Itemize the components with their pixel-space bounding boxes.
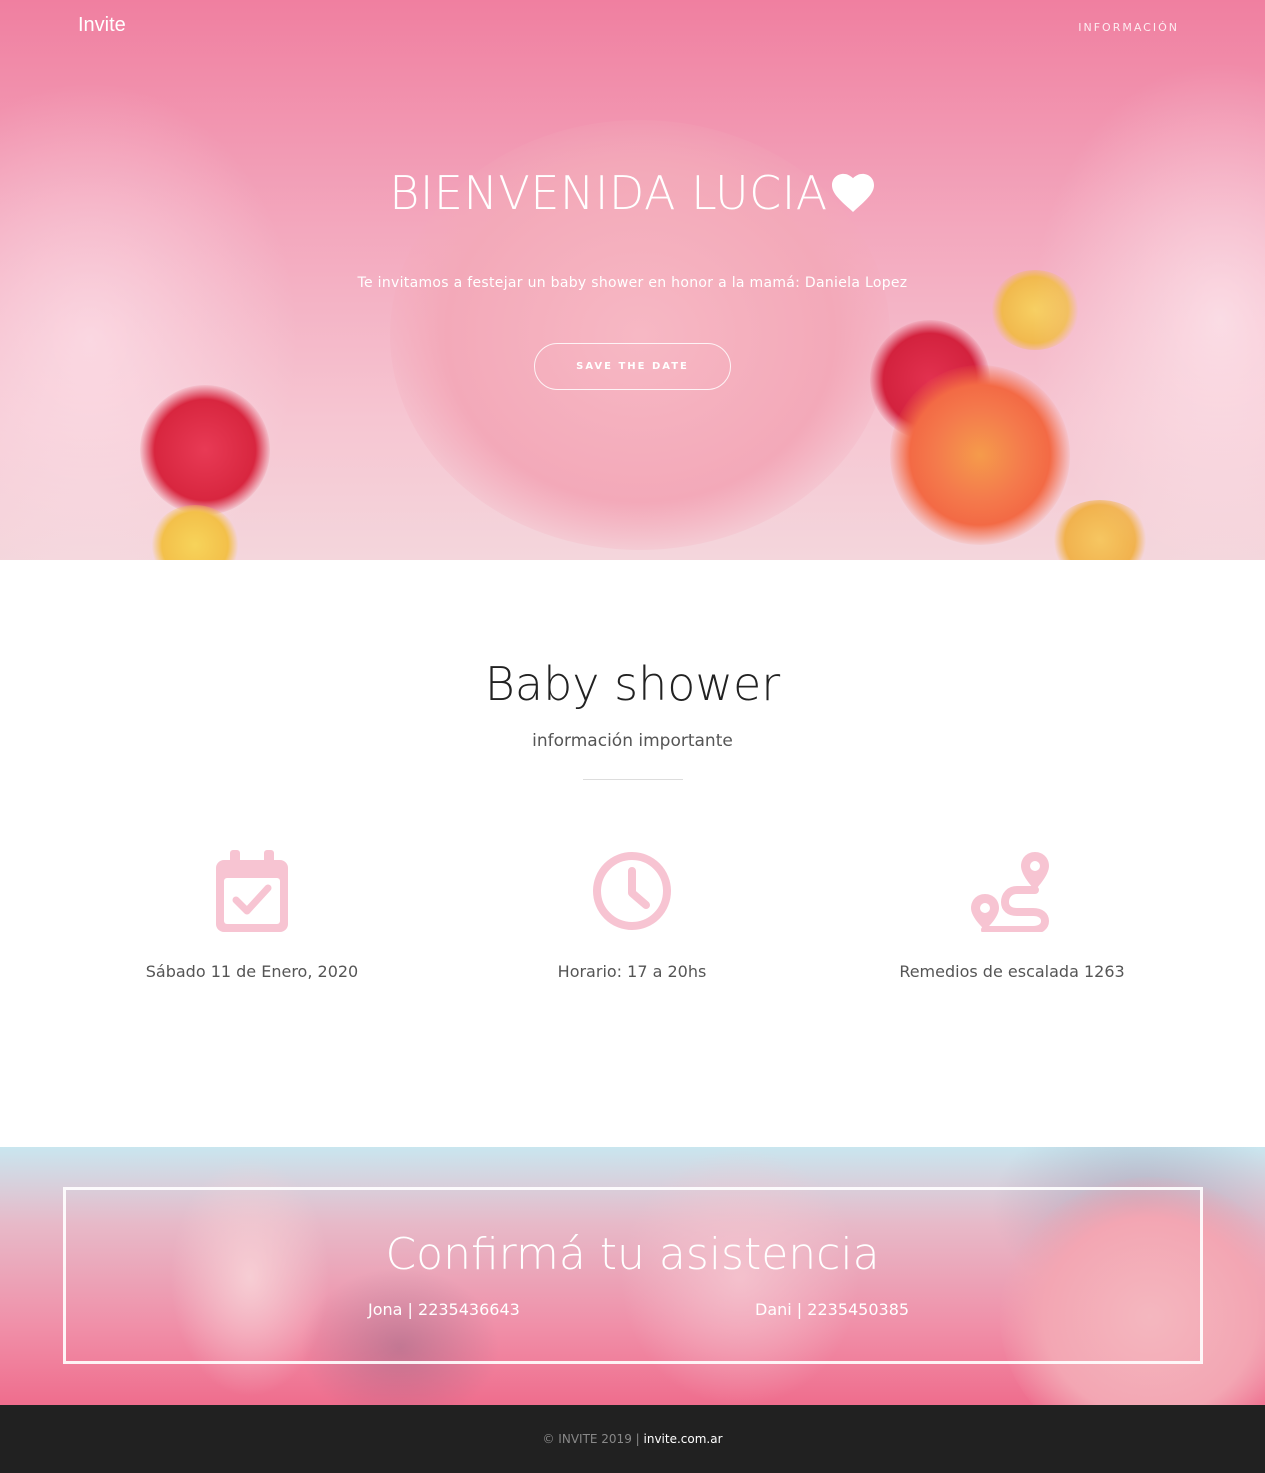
route-icon — [832, 850, 1192, 936]
info-item-label: Remedios de escalada 1263 — [899, 962, 1125, 981]
heart-icon — [830, 170, 876, 224]
footer: © INVITE 2019 | invite.com.ar — [0, 1405, 1265, 1473]
divider — [583, 779, 683, 780]
save-the-date-button[interactable]: SAVE THE DATE — [534, 343, 731, 390]
info-item-time: Horario: 17 a 20hs — [452, 850, 812, 981]
rsvp-contact-dani: Dani | 2235450385 — [755, 1300, 910, 1319]
info-item-label: Sábado 11 de Enero, 2020 — [145, 962, 359, 981]
clock-icon — [452, 850, 812, 936]
nav-brand[interactable]: Invite — [78, 14, 126, 37]
hero-background-flower — [140, 385, 270, 515]
info-subtitle: información importante — [532, 731, 733, 751]
hero-subtitle: Te invitamos a festejar un baby shower e… — [357, 275, 908, 291]
rsvp-contact-jona: Jona | 2235436643 — [368, 1300, 520, 1319]
hero-title: BIENVENIDA LUCIA — [0, 166, 1265, 224]
rsvp-section: Confirmá tu asistencia Jona | 2235436643… — [0, 1147, 1265, 1405]
info-item-label: Horario: 17 a 20hs — [557, 962, 707, 981]
info-item-location: Remedios de escalada 1263 — [832, 850, 1192, 981]
nav-link-informacion[interactable]: INFORMACIÓN — [1078, 21, 1179, 34]
rsvp-title: Confirmá tu asistencia — [385, 1229, 880, 1280]
footer-copyright: © INVITE 2019 | — [542, 1432, 644, 1446]
hero-background-haze — [1030, 60, 1265, 560]
info-item-date: Sábado 11 de Enero, 2020 — [72, 850, 432, 981]
info-title: Baby shower — [484, 657, 781, 711]
calendar-check-icon — [72, 850, 432, 936]
hero-section: Invite INFORMACIÓN BIENVENIDA LUCIA Te i… — [0, 0, 1265, 560]
hero-title-text: BIENVENIDA LUCIA — [389, 166, 828, 220]
footer-link[interactable]: invite.com.ar — [644, 1432, 723, 1446]
